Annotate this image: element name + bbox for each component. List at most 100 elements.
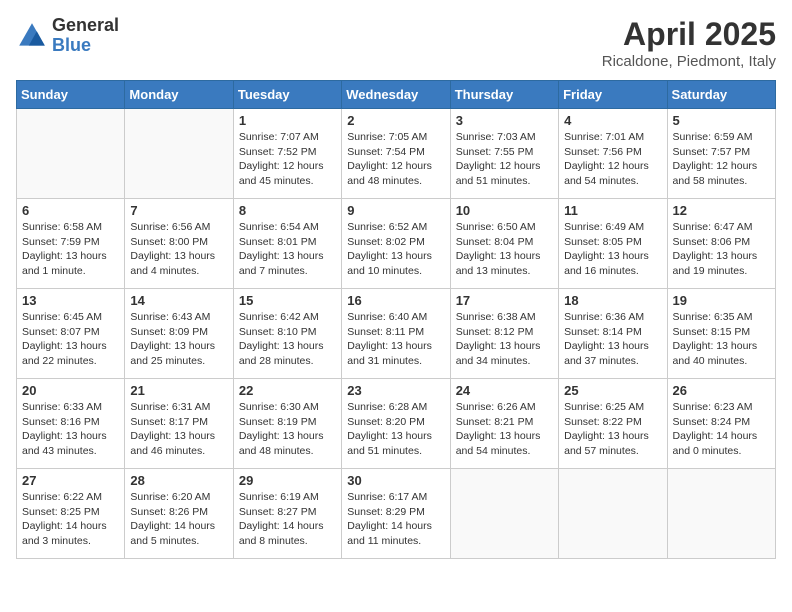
day-cell: 7Sunrise: 6:56 AMSunset: 8:00 PMDaylight… — [125, 199, 233, 289]
day-info: Sunrise: 7:07 AMSunset: 7:52 PMDaylight:… — [239, 130, 336, 189]
day-info: Sunrise: 7:01 AMSunset: 7:56 PMDaylight:… — [564, 130, 661, 189]
logo-icon — [16, 20, 48, 52]
day-info: Sunrise: 6:26 AMSunset: 8:21 PMDaylight:… — [456, 400, 553, 459]
month-title: April 2025 — [602, 16, 776, 53]
day-cell: 15 Sunrise: 6:42 AMSunset: 8:10 PMDayligh… — [233, 289, 341, 379]
day-number: 20 — [22, 383, 119, 398]
day-number: 21 — [130, 383, 227, 398]
day-cell: 17 Sunrise: 6:38 AMSunset: 8:12 PMDayligh… — [450, 289, 558, 379]
day-info: Sunrise: 6:59 AMSunset: 7:57 PMDaylight:… — [673, 130, 770, 189]
day-cell: 23 Sunrise: 6:28 AMSunset: 8:20 PMDayligh… — [342, 379, 450, 469]
day-number: 19 — [673, 293, 770, 308]
day-number: 4 — [564, 113, 661, 128]
column-header-sunday: Sunday — [17, 81, 125, 109]
column-header-wednesday: Wednesday — [342, 81, 450, 109]
column-header-thursday: Thursday — [450, 81, 558, 109]
day-number: 12 — [673, 203, 770, 218]
day-info: Sunrise: 6:45 AMSunset: 8:07 PMDaylight:… — [22, 310, 119, 369]
day-cell: 30Sunrise: 6:17 AMSunset: 8:29 PMDayligh… — [342, 469, 450, 559]
day-cell: 14 Sunrise: 6:43 AMSunset: 8:09 PMDayligh… — [125, 289, 233, 379]
day-cell — [450, 469, 558, 559]
logo-blue: Blue — [52, 36, 119, 56]
day-number: 2 — [347, 113, 444, 128]
day-cell: 4 Sunrise: 7:01 AMSunset: 7:56 PMDaylight… — [559, 109, 667, 199]
day-info: Sunrise: 6:50 AMSunset: 8:04 PMDaylight:… — [456, 220, 553, 279]
calendar: SundayMondayTuesdayWednesdayThursdayFrid… — [16, 80, 776, 559]
calendar-header-row: SundayMondayTuesdayWednesdayThursdayFrid… — [17, 81, 776, 109]
day-cell: 22Sunrise: 6:30 AMSunset: 8:19 PMDayligh… — [233, 379, 341, 469]
day-number: 6 — [22, 203, 119, 218]
day-cell: 19Sunrise: 6:35 AMSunset: 8:15 PMDayligh… — [667, 289, 775, 379]
day-cell: 26 Sunrise: 6:23 AMSunset: 8:24 PMDayligh… — [667, 379, 775, 469]
week-row-3: 13 Sunrise: 6:45 AMSunset: 8:07 PMDayligh… — [17, 289, 776, 379]
column-header-monday: Monday — [125, 81, 233, 109]
day-info: Sunrise: 6:33 AMSunset: 8:16 PMDaylight:… — [22, 400, 119, 459]
day-cell: 24 Sunrise: 6:26 AMSunset: 8:21 PMDayligh… — [450, 379, 558, 469]
day-cell: 2 Sunrise: 7:05 AMSunset: 7:54 PMDaylight… — [342, 109, 450, 199]
day-number: 26 — [673, 383, 770, 398]
day-info: Sunrise: 6:58 AMSunset: 7:59 PMDaylight:… — [22, 220, 119, 279]
day-cell: 10Sunrise: 6:50 AMSunset: 8:04 PMDayligh… — [450, 199, 558, 289]
day-number: 22 — [239, 383, 336, 398]
day-number: 29 — [239, 473, 336, 488]
day-number: 3 — [456, 113, 553, 128]
day-cell: 5 Sunrise: 6:59 AMSunset: 7:57 PMDaylight… — [667, 109, 775, 199]
day-info: Sunrise: 6:42 AMSunset: 8:10 PMDaylight:… — [239, 310, 336, 369]
day-number: 17 — [456, 293, 553, 308]
day-info: Sunrise: 6:25 AMSunset: 8:22 PMDaylight:… — [564, 400, 661, 459]
day-cell — [667, 469, 775, 559]
column-header-saturday: Saturday — [667, 81, 775, 109]
day-info: Sunrise: 6:49 AMSunset: 8:05 PMDaylight:… — [564, 220, 661, 279]
day-info: Sunrise: 6:40 AMSunset: 8:11 PMDaylight:… — [347, 310, 444, 369]
day-info: Sunrise: 6:47 AMSunset: 8:06 PMDaylight:… — [673, 220, 770, 279]
week-row-2: 6 Sunrise: 6:58 AMSunset: 7:59 PMDaylight… — [17, 199, 776, 289]
day-info: Sunrise: 6:54 AMSunset: 8:01 PMDaylight:… — [239, 220, 336, 279]
day-info: Sunrise: 6:56 AMSunset: 8:00 PMDaylight:… — [130, 220, 227, 279]
column-header-friday: Friday — [559, 81, 667, 109]
day-cell: 16 Sunrise: 6:40 AMSunset: 8:11 PMDayligh… — [342, 289, 450, 379]
day-cell: 28 Sunrise: 6:20 AMSunset: 8:26 PMDayligh… — [125, 469, 233, 559]
day-number: 11 — [564, 203, 661, 218]
day-cell — [559, 469, 667, 559]
day-info: Sunrise: 7:03 AMSunset: 7:55 PMDaylight:… — [456, 130, 553, 189]
day-info: Sunrise: 6:23 AMSunset: 8:24 PMDaylight:… — [673, 400, 770, 459]
day-cell: 27 Sunrise: 6:22 AMSunset: 8:25 PMDayligh… — [17, 469, 125, 559]
logo: General Blue — [16, 16, 119, 56]
day-cell: 25 Sunrise: 6:25 AMSunset: 8:22 PMDayligh… — [559, 379, 667, 469]
day-cell: 21 Sunrise: 6:31 AMSunset: 8:17 PMDayligh… — [125, 379, 233, 469]
day-number: 23 — [347, 383, 444, 398]
day-number: 9 — [347, 203, 444, 218]
day-cell: 1Sunrise: 7:07 AMSunset: 7:52 PMDaylight… — [233, 109, 341, 199]
day-cell: 18Sunrise: 6:36 AMSunset: 8:14 PMDayligh… — [559, 289, 667, 379]
logo-general: General — [52, 16, 119, 36]
day-number: 14 — [130, 293, 227, 308]
day-info: Sunrise: 6:52 AMSunset: 8:02 PMDaylight:… — [347, 220, 444, 279]
day-number: 28 — [130, 473, 227, 488]
day-cell: 9 Sunrise: 6:52 AMSunset: 8:02 PMDaylight… — [342, 199, 450, 289]
day-number: 24 — [456, 383, 553, 398]
day-info: Sunrise: 7:05 AMSunset: 7:54 PMDaylight:… — [347, 130, 444, 189]
day-info: Sunrise: 6:38 AMSunset: 8:12 PMDaylight:… — [456, 310, 553, 369]
week-row-1: 1Sunrise: 7:07 AMSunset: 7:52 PMDaylight… — [17, 109, 776, 199]
day-info: Sunrise: 6:31 AMSunset: 8:17 PMDaylight:… — [130, 400, 227, 459]
week-row-4: 20 Sunrise: 6:33 AMSunset: 8:16 PMDayligh… — [17, 379, 776, 469]
day-number: 27 — [22, 473, 119, 488]
logo-text: General Blue — [52, 16, 119, 56]
day-info: Sunrise: 6:43 AMSunset: 8:09 PMDaylight:… — [130, 310, 227, 369]
day-info: Sunrise: 6:22 AMSunset: 8:25 PMDaylight:… — [22, 490, 119, 549]
day-number: 13 — [22, 293, 119, 308]
day-number: 18 — [564, 293, 661, 308]
day-info: Sunrise: 6:28 AMSunset: 8:20 PMDaylight:… — [347, 400, 444, 459]
day-number: 25 — [564, 383, 661, 398]
day-cell: 29 Sunrise: 6:19 AMSunset: 8:27 PMDayligh… — [233, 469, 341, 559]
title-block: April 2025 Ricaldone, Piedmont, Italy — [602, 16, 776, 70]
day-info: Sunrise: 6:19 AMSunset: 8:27 PMDaylight:… — [239, 490, 336, 549]
day-cell: 3 Sunrise: 7:03 AMSunset: 7:55 PMDaylight… — [450, 109, 558, 199]
week-row-5: 27 Sunrise: 6:22 AMSunset: 8:25 PMDayligh… — [17, 469, 776, 559]
day-number: 5 — [673, 113, 770, 128]
day-number: 16 — [347, 293, 444, 308]
day-cell: 6 Sunrise: 6:58 AMSunset: 7:59 PMDaylight… — [17, 199, 125, 289]
day-number: 15 — [239, 293, 336, 308]
day-number: 30 — [347, 473, 444, 488]
day-info: Sunrise: 6:20 AMSunset: 8:26 PMDaylight:… — [130, 490, 227, 549]
